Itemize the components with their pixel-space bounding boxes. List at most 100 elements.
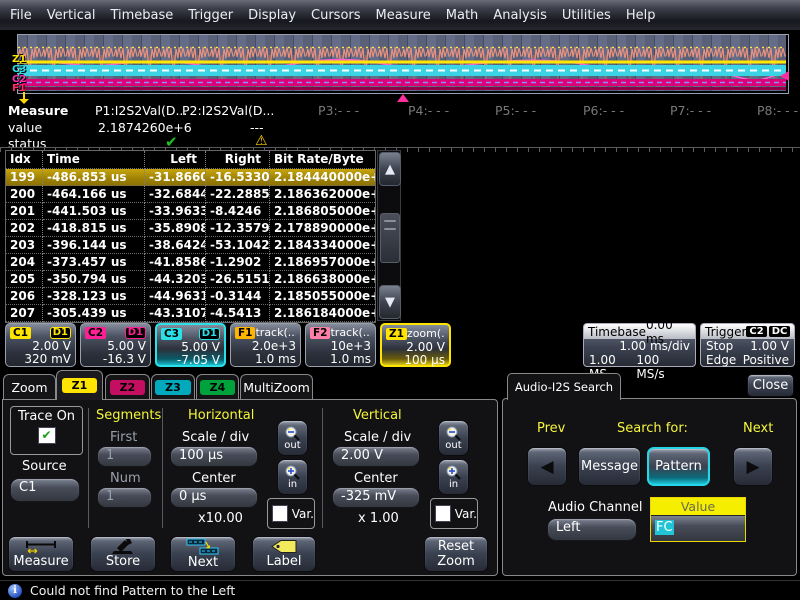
h-scale-field[interactable]: 100 µs [170,446,258,467]
channel-descriptor-f2[interactable]: F2track(... 10e+3 1.0 ms [305,323,376,367]
table-row[interactable]: 203-396.144 us-38.6424-53.10422.18433400… [6,237,375,254]
tab-multizoom[interactable]: MultiZoom [240,374,313,400]
search-pattern-button[interactable]: Pattern [647,447,710,486]
param-p5[interactable]: P5:- - - [495,103,536,118]
cell-time: -441.503 us [43,203,145,220]
zoom-out-label: out [445,441,461,450]
channel-descriptor-z1[interactable]: Z1zoom(... 2.00 V 100 µs [380,323,451,367]
scrollbar-thumb[interactable] [380,213,400,263]
param-p1[interactable]: P1:I2S2Val(D... [95,103,187,118]
num-field[interactable]: 1 [97,487,152,508]
cell-bitrate: 2.184334000e+6 [270,237,375,254]
search-next-button[interactable]: ▶ [733,447,773,486]
trigger-time-marker[interactable] [397,94,409,102]
menu-utilities[interactable]: Utilities [562,8,611,23]
digital-badge: D1 [199,328,220,340]
next-label: Next [743,421,773,436]
param-p2[interactable]: P2:I2S2Val(D... [182,103,274,118]
menu-measure[interactable]: Measure [376,8,431,23]
v-zoom-in-button[interactable]: in [438,459,469,495]
col-header-idx[interactable]: Idx [6,151,43,169]
menu-display[interactable]: Display [248,8,296,23]
channel-offset: -16.3 V [85,353,146,366]
oscilloscope-screen: File Vertical Timebase Trigger Display C… [0,0,800,600]
store-button[interactable]: Store [90,536,156,572]
col-header-bitrate[interactable]: Bit Rate/Byte [270,151,375,169]
first-field[interactable]: 1 [97,446,152,467]
v-center-field[interactable]: -325 mV [332,487,420,508]
param-p4[interactable]: P4:- - - [408,103,449,118]
value-label: Value [651,498,745,515]
table-row[interactable]: 206-328.123 us-44.9631-0.31442.185055000… [6,288,375,305]
next-button[interactable]: Next [170,536,236,572]
menu-help[interactable]: Help [626,8,656,23]
search-prev-button[interactable]: ◀ [527,447,567,486]
param-p8[interactable]: P8:- - - [757,103,798,118]
cell-time: -328.123 us [43,288,145,305]
param-p7[interactable]: P7:- - - [670,103,711,118]
wave-label-z1: Z1 [12,55,26,64]
v-var-checkbox[interactable] [435,505,451,522]
menu-timebase[interactable]: Timebase [110,8,173,23]
search-panel-tab[interactable]: Audio-I2S Search [507,373,621,400]
table-row[interactable]: 205-350.794 us-44.3203-26.51512.18663800… [6,271,375,288]
message-button-label: Message [581,459,638,474]
table-row[interactable]: 201-441.503 us-33.9633-8.42462.186805000… [6,203,375,220]
trace-on-checkbox[interactable]: ✔ [38,427,56,444]
h-center-field[interactable]: 0 µs [170,487,258,508]
source-field[interactable]: C1 [10,478,80,502]
table-scrollbar[interactable]: ▲ ▼ [377,150,401,321]
channel-descriptor-c2[interactable]: C2D1 5.00 V -16.3 V [80,323,151,367]
table-row[interactable]: 200-464.166 us-32.6844-22.28852.18636200… [6,186,375,203]
waveform-grid[interactable]: Z1 C3 C2 F1 [17,34,789,94]
cell-left: -44.9631 [145,288,206,305]
param-p6[interactable]: P6:- - - [583,103,624,118]
close-button[interactable]: Close [747,374,794,397]
channel-label: C3 [161,328,182,340]
trigger-level-marker[interactable] [780,71,789,81]
channel-descriptor-c3[interactable]: C3D1 5.00 V -7.05 V [155,323,226,367]
audio-channel-field[interactable]: Left [547,518,637,541]
tab-z2[interactable]: Z2 [105,374,150,400]
scroll-down-button[interactable]: ▼ [379,285,401,319]
trigger-descriptor[interactable]: TriggerC2DC Stop1.00 V EdgePositive [700,323,795,367]
channel-descriptor-c1[interactable]: C1D1 2.00 V 320 mV [5,323,76,367]
scroll-up-button[interactable]: ▲ [379,152,401,186]
param-p3[interactable]: P3:- - - [318,103,359,118]
tab-zoom[interactable]: Zoom [3,374,56,400]
measure-button[interactable]: Measure [8,536,74,572]
menu-file[interactable]: File [10,8,32,23]
value-field[interactable]: FC [651,515,745,541]
tab-z1[interactable]: Z1 [56,370,103,400]
label-button[interactable]: Label [252,536,316,572]
h-zoom-out-button[interactable]: out [277,420,308,456]
col-header-time[interactable]: Time [43,151,145,169]
h-scale-label: Scale / div [182,430,249,445]
tab-z3[interactable]: Z3 [151,374,195,400]
left-arrow-icon: ◀ [540,457,553,477]
table-row[interactable]: 204-373.457 us-41.8586-1.29022.186957000… [6,254,375,271]
v-zoom-out-button[interactable]: out [438,420,469,456]
col-header-left[interactable]: Left [145,151,206,169]
h-center-label: Center [192,471,236,486]
timebase-descriptor[interactable]: Timebase0.00 ms 1.00 ms/div 1.00 MS100 M… [583,323,696,367]
menu-trigger[interactable]: Trigger [188,8,233,23]
v-scale-field[interactable]: 2.00 V [332,446,420,467]
col-header-right[interactable]: Right [206,151,270,169]
menu-math[interactable]: Math [446,8,479,23]
menu-cursors[interactable]: Cursors [311,8,361,23]
reset-zoom-button[interactable]: Reset Zoom [424,536,488,572]
table-row[interactable]: 202-418.815 us-35.8908-12.35792.17889000… [6,220,375,237]
tab-z4[interactable]: Z4 [196,374,239,400]
table-row[interactable]: 207-305.439 us-43.3107-4.54132.186184000… [6,305,375,322]
search-message-button[interactable]: Message [578,447,641,486]
channel-descriptor-f1[interactable]: F1track(... 2.0e+3 1.0 ms [230,323,301,367]
table-row[interactable]: 199-486.853 us-31.8660-16.53302.18444000… [6,169,375,186]
channel-offset: 1.0 ms [310,353,371,366]
waveform-traces [18,35,786,91]
zoom-out-label: out [284,441,300,450]
menu-analysis[interactable]: Analysis [493,8,547,23]
menu-vertical[interactable]: Vertical [47,8,96,23]
h-zoom-in-button[interactable]: in [277,459,308,495]
h-var-checkbox[interactable] [272,505,288,522]
